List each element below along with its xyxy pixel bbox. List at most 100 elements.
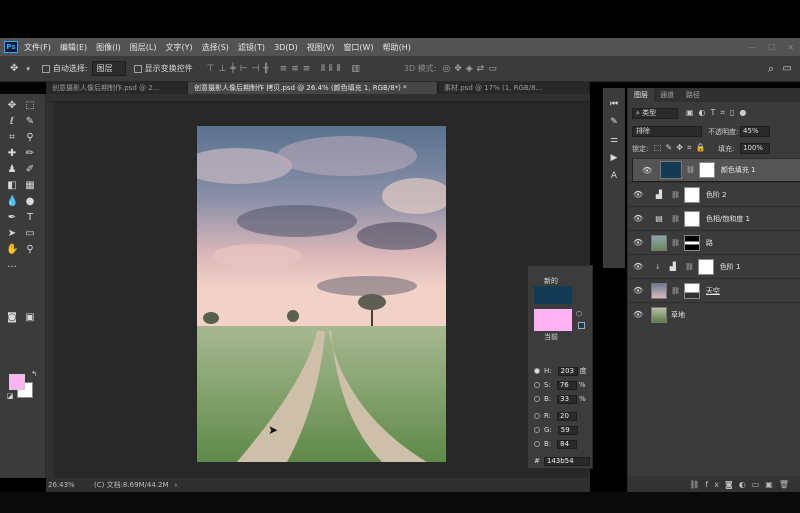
layer-row[interactable]: 👁 ⛓ 颜色填充 1 xyxy=(632,158,800,182)
menu-type[interactable]: 文字(Y) xyxy=(165,42,192,53)
pen-tool-icon[interactable]: ✒ xyxy=(6,212,18,224)
search-icon[interactable]: ⌕ xyxy=(768,62,774,76)
layer-row[interactable]: 👁 ▟ ⛓ 色阶 2 xyxy=(628,182,800,206)
close-icon[interactable]: ✕ xyxy=(787,43,794,52)
fx-icon[interactable]: fx xyxy=(705,480,725,489)
play-actions-icon[interactable]: ▶ xyxy=(608,152,620,164)
tab-layers[interactable]: 图层 xyxy=(628,88,654,102)
saturation-radio[interactable] xyxy=(534,382,540,388)
blue-radio[interactable] xyxy=(534,441,540,447)
eyedropper-icon[interactable]: ⚲ xyxy=(24,132,36,144)
paragraph-panel-icon[interactable]: A xyxy=(608,170,620,182)
rectangle-tool-icon[interactable]: ▭ xyxy=(24,228,36,240)
blend-mode-dropdown[interactable]: 排除 xyxy=(632,126,702,137)
layer-row[interactable]: 👁 ▤ ⛓ 色相/饱和度 1 xyxy=(628,206,800,230)
default-colors-icon[interactable]: ◪ xyxy=(4,390,16,402)
document-canvas-image[interactable] xyxy=(197,126,446,462)
hand-tool-icon[interactable]: ✋ xyxy=(6,244,18,256)
maximize-icon[interactable]: ☐ xyxy=(768,43,775,52)
tab-document-3[interactable]: 素材.psd @ 17% (1, RGB/8... xyxy=(438,82,590,94)
workspace-icon[interactable]: ▭ xyxy=(783,63,792,74)
group-icon[interactable]: ▭ xyxy=(752,480,766,489)
path-select-icon[interactable]: ➤ xyxy=(6,228,18,240)
hue-field[interactable]: 203 xyxy=(557,366,578,376)
menu-help[interactable]: 帮助(H) xyxy=(383,42,411,53)
move-tool-icon[interactable]: ✥ xyxy=(6,100,18,112)
healing-brush-icon[interactable]: ✚ xyxy=(6,148,18,160)
type-tool-icon[interactable]: T xyxy=(24,212,36,224)
brush-tool-icon[interactable]: ✏ xyxy=(24,148,36,160)
3d-tools[interactable]: ◎✥◈⇄▭ xyxy=(442,64,500,74)
saturation-field[interactable]: 76 xyxy=(556,380,577,390)
filter-icons[interactable]: ▣◐T⌗▯● xyxy=(686,108,751,118)
eye-icon[interactable]: 👁 xyxy=(633,262,643,271)
quick-mask-icon[interactable]: ◙ xyxy=(6,312,18,324)
menu-filter[interactable]: 滤镜(T) xyxy=(238,42,265,53)
transform-controls-checkbox[interactable] xyxy=(133,64,142,73)
layer-row[interactable]: 👁 草地 xyxy=(628,302,800,326)
menu-layer[interactable]: 图层(L) xyxy=(130,42,157,53)
current-color-swatch[interactable] xyxy=(534,309,572,331)
minimize-icon[interactable]: — xyxy=(748,43,756,52)
more-tools-icon[interactable]: ··· xyxy=(6,262,18,274)
align-buttons[interactable]: ⊤⊥╪⊢⊣╫ ≡≡≡ ⫴⫴⫴ ▥ xyxy=(207,64,364,74)
eraser-icon[interactable]: ◧ xyxy=(6,180,18,192)
link-layers-icon[interactable]: ⛓ xyxy=(689,480,705,489)
red-field[interactable]: 20 xyxy=(557,411,578,421)
menu-edit[interactable]: 编辑(E) xyxy=(60,42,87,53)
gradient-tool-icon[interactable]: ▦ xyxy=(24,180,36,192)
crop-tool-icon[interactable]: ⌗ xyxy=(6,132,18,144)
menu-window[interactable]: 窗口(W) xyxy=(343,42,373,53)
eye-icon[interactable]: 👁 xyxy=(642,166,652,175)
hue-radio[interactable] xyxy=(534,368,540,374)
layer-row[interactable]: 👁 ⛓ 天空 xyxy=(628,278,800,302)
auto-select-checkbox[interactable] xyxy=(41,64,50,73)
screen-mode-icon[interactable]: ▣ xyxy=(24,312,36,324)
tab-paths[interactable]: 路径 xyxy=(680,88,706,102)
green-radio[interactable] xyxy=(534,427,540,433)
menu-image[interactable]: 图像(I) xyxy=(96,42,121,53)
blue-field[interactable]: 84 xyxy=(557,439,578,449)
layer-row[interactable]: 👁 ⛓ 路 xyxy=(628,230,800,254)
opacity-field[interactable]: 45% xyxy=(740,126,770,137)
history-panel-icon[interactable]: ⏮ xyxy=(608,98,620,110)
tab-document-2[interactable]: 创意摄影人像后期制作 拷贝.psd @ 26.4% (颜色填充 1, RGB/8… xyxy=(188,82,438,94)
adjustments-panel-icon[interactable]: ⚌ xyxy=(608,134,620,146)
layer-row[interactable]: 👁 ↓ ▟ ⛓ 色阶 1 xyxy=(628,254,800,278)
marquee-tool-icon[interactable]: ⬚ xyxy=(24,100,36,112)
menu-3d[interactable]: 3D(D) xyxy=(274,43,298,52)
adjustment-layer-icon[interactable]: ◐ xyxy=(739,480,752,489)
chevron-down-icon[interactable]: ▾ xyxy=(26,65,30,73)
eye-icon[interactable]: 👁 xyxy=(633,286,643,295)
eye-icon[interactable]: 👁 xyxy=(633,310,643,319)
history-brush-icon[interactable]: ✐ xyxy=(24,164,36,176)
hex-field[interactable]: 143b54 xyxy=(543,456,590,466)
brightness-radio[interactable] xyxy=(534,396,540,402)
blur-tool-icon[interactable]: 💧 xyxy=(6,196,18,208)
menu-view[interactable]: 视图(V) xyxy=(307,42,335,53)
eye-icon[interactable]: 👁 xyxy=(633,214,643,223)
fill-field[interactable]: 100% xyxy=(740,143,770,154)
lasso-tool-icon[interactable]: ℓ xyxy=(6,116,18,128)
zoom-tool-icon[interactable]: ⚲ xyxy=(24,244,36,256)
green-field[interactable]: 59 xyxy=(557,425,578,435)
new-layer-icon[interactable]: ▣ xyxy=(765,480,779,489)
red-radio[interactable] xyxy=(534,413,540,419)
menu-file[interactable]: 文件(F) xyxy=(24,42,51,53)
clone-stamp-icon[interactable]: ♟ xyxy=(6,164,18,176)
brush-panel-icon[interactable]: ✎ xyxy=(608,116,620,128)
trash-icon[interactable]: 🗑 xyxy=(779,480,795,489)
move-tool-icon[interactable]: ✥ xyxy=(10,63,18,74)
zoom-level[interactable]: 26.43% xyxy=(48,481,94,489)
swap-colors-icon[interactable]: ↰ xyxy=(28,368,40,380)
lock-icons[interactable]: ⬚✎✥⌗🔒 xyxy=(654,143,709,153)
tab-document-1[interactable]: 创意摄影人像后期制作.psd @ 2... xyxy=(46,82,188,94)
web-color-icon[interactable] xyxy=(578,322,585,329)
filter-type-dropdown[interactable]: ⌕ 类型 xyxy=(632,108,678,119)
tab-channels[interactable]: 通道 xyxy=(654,88,680,102)
chevron-right-icon[interactable]: › xyxy=(175,481,178,489)
foreground-color-swatch[interactable] xyxy=(9,374,25,390)
auto-select-dropdown[interactable]: 图层 xyxy=(91,61,126,76)
quick-select-icon[interactable]: ✎ xyxy=(24,116,36,128)
dodge-tool-icon[interactable]: ● xyxy=(24,196,36,208)
